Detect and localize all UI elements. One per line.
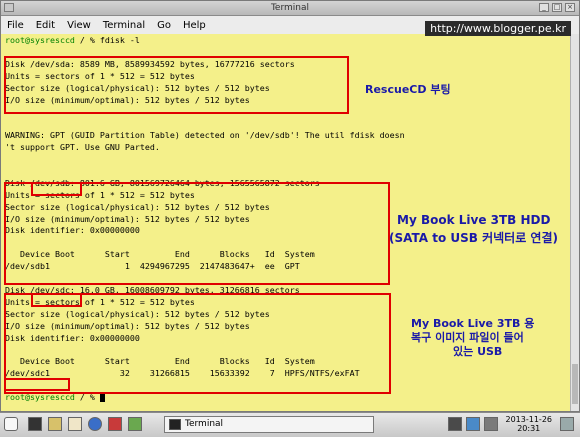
terminal-launcher-icon[interactable] <box>28 417 42 431</box>
terminal-line: 't support GPT. Use GNU Parted. <box>5 142 160 153</box>
clock[interactable]: 2013-11-26 20:31 <box>506 415 553 433</box>
terminal-cursor <box>99 393 105 402</box>
terminal-line: WARNING: GPT (GUID Partition Table) dete… <box>5 130 405 141</box>
app-launcher-icon[interactable] <box>128 417 142 431</box>
taskbar-task-label: Terminal <box>185 419 224 429</box>
annotation-sdc-line3: 있는 USB <box>453 345 503 358</box>
clock-date: 2013-11-26 <box>505 415 553 424</box>
show-desktop-icon[interactable] <box>560 417 574 431</box>
clock-time: 20:31 <box>517 424 541 433</box>
file-manager-icon[interactable] <box>48 417 62 431</box>
menu-help[interactable]: Help <box>183 20 206 31</box>
terminal-line: root@sysresccd / % <box>5 392 105 402</box>
annotation-sdb-line2: (SATA to USB 커넥터로 연결) <box>389 231 558 245</box>
terminal-window: Terminal _ □ × File Edit View Terminal G… <box>0 0 580 412</box>
tray-icon-3[interactable] <box>484 417 498 431</box>
annotation-sda: RescueCD 부팅 <box>365 83 451 96</box>
text-editor-icon[interactable] <box>68 417 82 431</box>
window-title: Terminal <box>270 3 310 13</box>
terminal-scrollbar[interactable] <box>570 34 579 411</box>
close-icon[interactable]: × <box>565 3 575 12</box>
highlight-box-sdc1 <box>4 378 70 391</box>
terminal-task-icon <box>169 419 181 430</box>
menu-view[interactable]: View <box>67 20 91 31</box>
scrollbar-thumb[interactable] <box>572 364 578 404</box>
tray-icon-2[interactable] <box>466 417 480 431</box>
annotation-sdb-line1: My Book Live 3TB HDD <box>397 213 551 227</box>
menu-edit[interactable]: Edit <box>36 20 55 31</box>
terminal-line: root@sysresccd / % fdisk -l <box>5 35 140 45</box>
menu-terminal[interactable]: Terminal <box>103 20 145 31</box>
highlight-box-sdb <box>4 182 390 285</box>
menu-file[interactable]: File <box>7 20 24 31</box>
highlight-box-sda <box>4 56 349 114</box>
menu-go[interactable]: Go <box>157 20 171 31</box>
maximize-icon[interactable]: □ <box>552 3 562 12</box>
browser-icon[interactable] <box>88 417 102 431</box>
start-menu-icon[interactable] <box>4 417 18 431</box>
watermark-url: http://www.blogger.pe.kr <box>425 21 571 36</box>
taskbar: Terminal 2013-11-26 20:31 <box>0 412 580 437</box>
tray-icon-1[interactable] <box>448 417 462 431</box>
title-bar[interactable]: Terminal _ □ × <box>1 1 579 16</box>
taskbar-terminal-button[interactable]: Terminal <box>164 416 374 433</box>
minimize-icon[interactable]: _ <box>539 3 549 12</box>
disk-tool-icon[interactable] <box>108 417 122 431</box>
